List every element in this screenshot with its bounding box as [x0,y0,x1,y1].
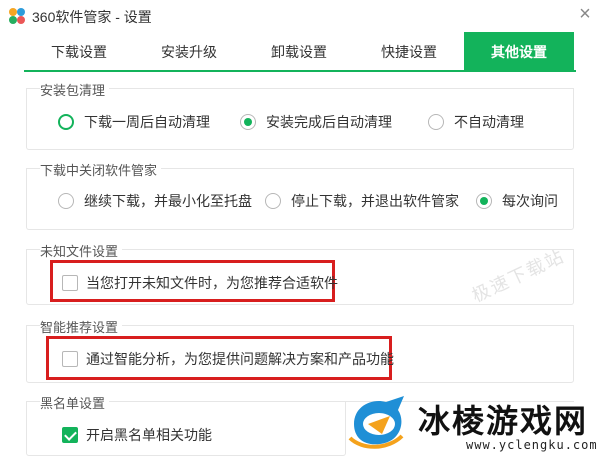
option-label: 不自动清理 [454,114,524,130]
app-logo-icon [9,8,25,24]
window-title: 360软件管家 - 设置 [32,9,152,25]
unknown-files-title: 未知文件设置 [40,241,123,260]
blacklist-title: 黑名单设置 [40,393,110,412]
no-auto-cleanup-option[interactable]: 不自动清理 [428,112,524,132]
smart-recommend-title: 智能推荐设置 [40,317,123,336]
tab-install-upgrade[interactable]: 安装升级 [134,32,244,72]
smart-analysis-option[interactable]: 通过智能分析，为您提供问题解决方案和产品功能 [62,349,394,369]
recommend-software-option[interactable]: 当您打开未知文件时，为您推荐合适软件 [62,273,338,293]
radio-button-selected[interactable] [476,193,492,209]
radio-button[interactable] [428,114,444,130]
cleanup-after-week-option[interactable]: 下载一周后自动清理 [58,112,210,132]
settings-tabs: 下载设置 安装升级 卸载设置 快捷设置 其他设置 [24,32,576,72]
enable-blacklist-option[interactable]: 开启黑名单相关功能 [62,425,212,445]
tab-other-settings[interactable]: 其他设置 [464,32,574,72]
close-button[interactable]: × [574,4,596,26]
ask-every-time-option[interactable]: 每次询问 [476,191,558,211]
option-label: 通过智能分析，为您提供问题解决方案和产品功能 [86,351,394,367]
option-label: 安装完成后自动清理 [266,114,392,130]
option-label: 每次询问 [502,193,558,209]
package-cleanup-title: 安装包清理 [40,80,110,99]
option-label: 开启黑名单相关功能 [86,427,212,443]
radio-button[interactable] [58,193,74,209]
tab-download[interactable]: 下载设置 [24,32,134,72]
radio-button[interactable] [58,114,74,130]
cleanup-after-install-option[interactable]: 安装完成后自动清理 [240,112,392,132]
checkbox[interactable] [62,351,78,367]
stop-download-option[interactable]: 停止下载，并退出软件管家 [265,191,459,211]
title-bar: 360软件管家 - 设置 × [0,0,600,30]
close-during-download-title: 下载中关闭软件管家 [40,160,162,179]
tab-uninstall[interactable]: 卸载设置 [244,32,354,72]
tab-shortcuts[interactable]: 快捷设置 [354,32,464,72]
watermark-url: www.yclengku.com [466,438,598,452]
watermark-brand: 冰棱游戏网 [418,403,589,439]
option-label: 继续下载，并最小化至托盘 [84,193,252,209]
option-label: 停止下载，并退出软件管家 [291,193,459,209]
radio-button[interactable] [265,193,281,209]
option-label: 下载一周后自动清理 [84,114,210,130]
continue-download-option[interactable]: 继续下载，并最小化至托盘 [58,191,252,211]
checkbox-checked[interactable] [62,427,78,443]
watermark-logo-icon [348,396,404,449]
checkbox[interactable] [62,275,78,291]
option-label: 当您打开未知文件时，为您推荐合适软件 [86,275,338,291]
radio-button-selected[interactable] [240,114,256,130]
